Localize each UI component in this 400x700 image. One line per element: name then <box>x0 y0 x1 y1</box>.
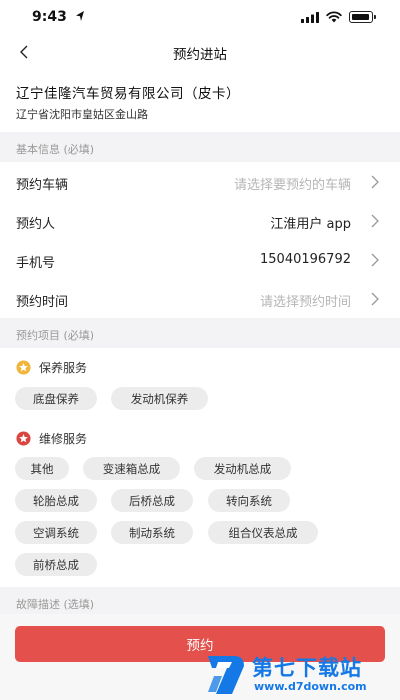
company-name: 辽宁佳隆汽车贸易有限公司（皮卡） <box>16 86 240 102</box>
nav-bar: 预约进站 <box>0 36 400 68</box>
basic-info-header: 基本信息 (必填) <box>0 132 400 162</box>
chevron-right-icon <box>371 175 379 189</box>
watermark-url: www.d7down.com <box>254 680 367 693</box>
items-header: 预约项目 (必填) <box>0 318 400 348</box>
phone-label: 手机号 <box>16 256 56 271</box>
vehicle-row[interactable]: 预约车辆 请选择要预约的车辆 <box>0 162 400 201</box>
status-time: 9:43 <box>32 9 67 25</box>
repair-title: 维修服务 <box>16 428 87 448</box>
chip-chassis-maintenance[interactable]: 底盘保养 <box>15 387 97 410</box>
watermark-title: 第七下载站 <box>252 656 362 680</box>
signal-icon <box>301 12 319 23</box>
phone-value: 15040196792 <box>260 252 351 267</box>
battery-icon <box>349 11 376 23</box>
chevron-right-icon <box>371 253 379 267</box>
fault-header: 故障描述 (选填) <box>0 587 400 615</box>
chip-gearbox[interactable]: 变速箱总成 <box>83 457 180 480</box>
gold-star-icon <box>16 359 31 375</box>
time-label: 预约时间 <box>16 295 69 310</box>
page-title: 预约进站 <box>173 47 227 63</box>
chip-other[interactable]: 其他 <box>15 457 69 480</box>
chevron-right-icon <box>371 214 379 228</box>
chip-engine[interactable]: 发动机总成 <box>194 457 291 480</box>
items-header-label: 预约项目 (必填) <box>16 329 95 342</box>
chip-dashboard[interactable]: 组合仪表总成 <box>208 521 318 544</box>
basic-info-header-label: 基本信息 (必填) <box>16 143 95 156</box>
chevron-right-icon <box>371 292 379 306</box>
watermark: 第七下载站 www.d7down.com <box>202 650 400 700</box>
time-row[interactable]: 预约时间 请选择预约时间 <box>0 279 400 318</box>
status-bar: 9:43 <box>0 0 400 36</box>
booker-label: 预约人 <box>16 217 56 232</box>
fault-header-label: 故障描述 (选填) <box>16 598 95 611</box>
chip-steering[interactable]: 转向系统 <box>208 489 290 512</box>
booker-value: 江淮用户 app <box>270 217 351 232</box>
company-address: 辽宁省沈阳市皇姑区金山路 <box>16 108 148 121</box>
repair-title-label: 维修服务 <box>39 431 88 446</box>
location-arrow-icon <box>76 11 84 21</box>
chip-front-axle[interactable]: 前桥总成 <box>15 553 97 576</box>
d7down-logo-icon <box>208 656 244 694</box>
chip-ac[interactable]: 空调系统 <box>15 521 97 544</box>
vehicle-value: 请选择要预约的车辆 <box>233 178 351 193</box>
maintenance-title: 保养服务 <box>16 357 87 377</box>
wifi-icon <box>326 11 342 23</box>
chip-brake[interactable]: 制动系统 <box>111 521 193 544</box>
chip-rear-axle[interactable]: 后桥总成 <box>111 489 193 512</box>
phone-row[interactable]: 手机号 15040196792 <box>0 240 400 279</box>
chip-tire[interactable]: 轮胎总成 <box>15 489 97 512</box>
red-star-icon <box>16 430 31 446</box>
booker-row[interactable]: 预约人 江淮用户 app <box>0 201 400 240</box>
time-value: 请选择预约时间 <box>259 295 351 310</box>
maintenance-title-label: 保养服务 <box>39 360 88 375</box>
chip-engine-maintenance[interactable]: 发动机保养 <box>111 387 208 410</box>
vehicle-label: 预约车辆 <box>16 178 69 193</box>
